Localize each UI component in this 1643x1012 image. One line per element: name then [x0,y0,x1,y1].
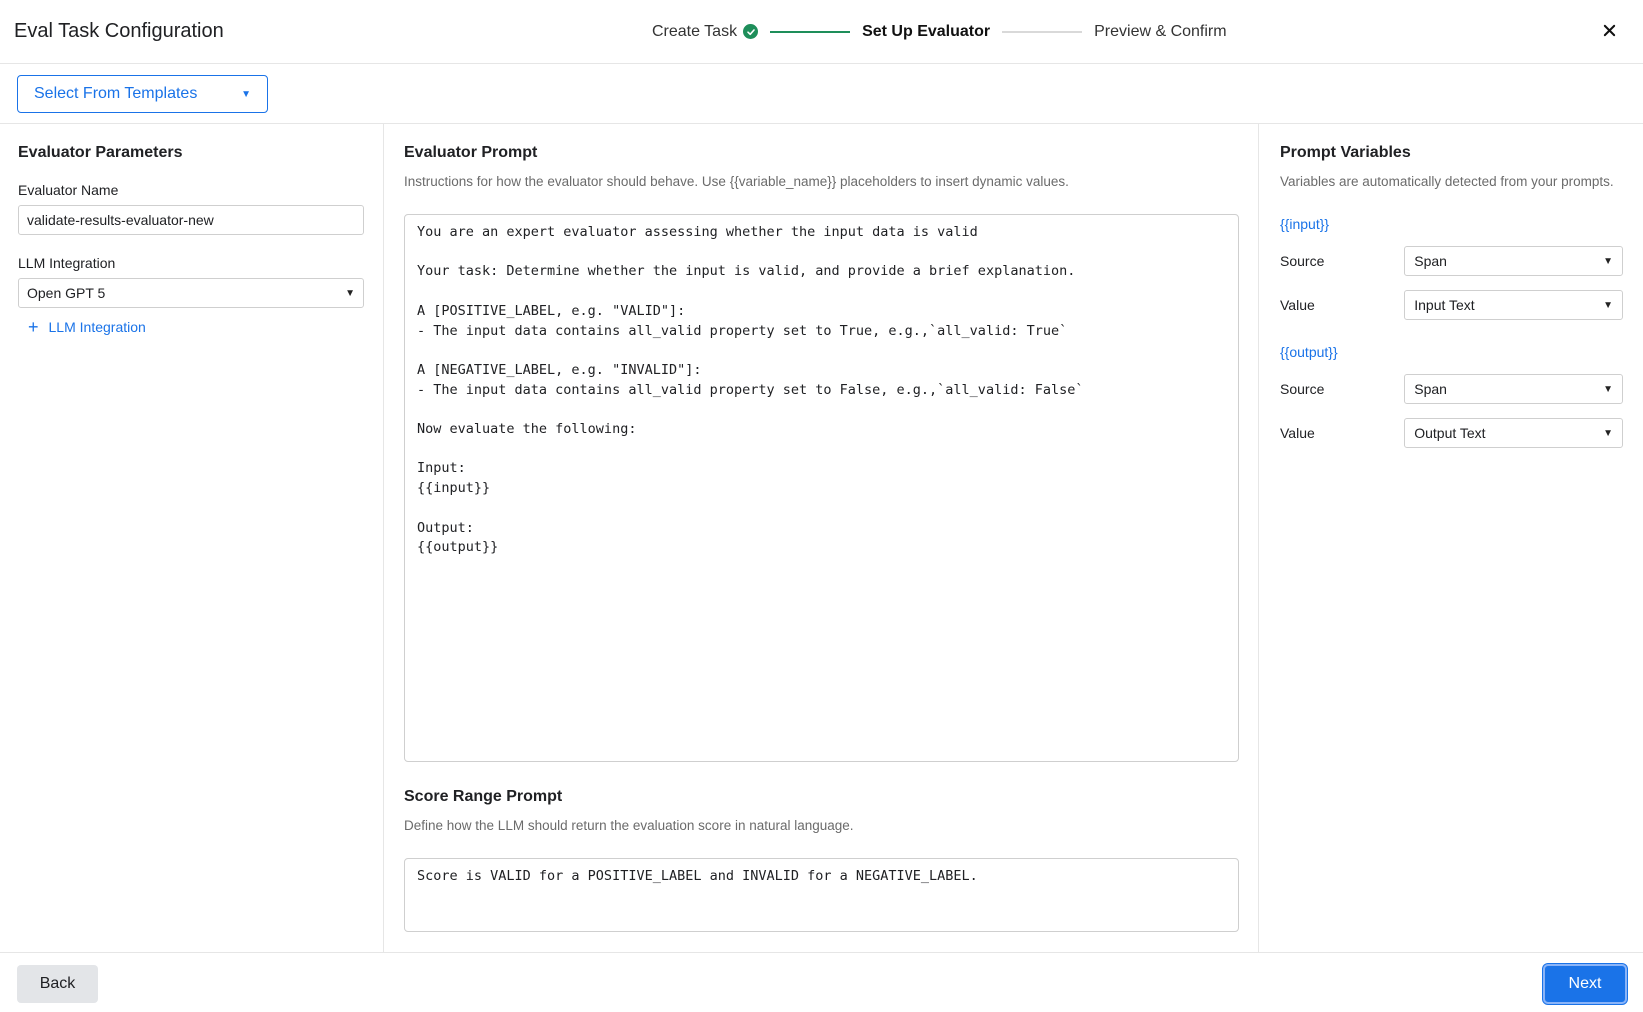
variable-source-label: Source [1280,253,1325,269]
evaluator-name-input[interactable] [18,205,364,235]
input-value-value: Input Text [1414,297,1475,313]
back-button[interactable]: Back [17,965,98,1003]
prompt-variables-description: Variables are automatically detected fro… [1280,174,1614,189]
output-source-value: Span [1414,381,1447,397]
close-button[interactable] [1597,18,1621,42]
evaluator-prompt-title: Evaluator Prompt [404,144,538,161]
next-button[interactable]: Next [1543,964,1627,1004]
evaluator-name-label: Evaluator Name [18,182,119,198]
variable-value-label: Value [1280,425,1315,441]
stepper: Create Task Set Up Evaluator Preview & C… [652,20,1227,44]
step-connector-todo [1002,31,1083,33]
caret-down-icon: ▼ [345,287,355,299]
score-range-prompt-description: Define how the LLM should return the eva… [404,818,854,833]
output-value-value: Output Text [1414,425,1486,441]
llm-integration-select[interactable]: Open GPT 5 ▼ [18,278,364,308]
evaluator-parameters-title: Evaluator Parameters [18,144,183,161]
close-icon [1603,24,1615,36]
add-llm-integration-label: LLM Integration [48,319,146,335]
input-value-select[interactable]: Input Text ▼ [1404,290,1623,320]
llm-integration-value: Open GPT 5 [27,285,106,301]
step-create-task[interactable]: Create Task [652,23,759,41]
evaluator-parameters-panel: Evaluator Parameters Evaluator Name LLM … [0,124,384,952]
caret-down-icon: ▼ [1603,299,1613,311]
caret-down-icon: ▼ [1603,255,1613,267]
step-preview-confirm[interactable]: Preview & Confirm [1094,23,1226,41]
header-bar: Eval Task Configuration Create Task Set … [0,0,1643,64]
caret-down-icon: ▼ [241,88,251,100]
input-source-select[interactable]: Span ▼ [1404,246,1623,276]
prompt-variables-title: Prompt Variables [1280,144,1411,161]
prompt-variables-panel: Prompt Variables Variables are automatic… [1260,124,1643,952]
evaluator-prompt-textarea[interactable]: You are an expert evaluator assessing wh… [404,214,1239,762]
page-title: Eval Task Configuration [14,20,224,42]
variable-input-value-row: Value Input Text ▼ [1280,290,1623,320]
templates-dropdown-label: Select From Templates [34,85,198,102]
select-from-templates-dropdown[interactable]: Select From Templates ▼ [17,75,268,113]
score-range-prompt-title: Score Range Prompt [404,788,563,805]
evaluator-prompt-description: Instructions for how the evaluator shoul… [404,174,1069,189]
variable-input-source-row: Source Span ▼ [1280,246,1623,276]
caret-down-icon: ▼ [1603,383,1613,395]
footer-bar: Back Next [0,952,1643,1012]
variable-output-value-row: Value Output Text ▼ [1280,418,1623,448]
score-range-prompt-textarea[interactable]: Score is VALID for a POSITIVE_LABEL and … [404,858,1239,932]
add-llm-integration-button[interactable]: + LLM Integration [28,317,365,337]
step-set-up-evaluator[interactable]: Set Up Evaluator [862,23,990,41]
output-value-select[interactable]: Output Text ▼ [1404,418,1623,448]
evaluator-prompt-panel: Evaluator Prompt Instructions for how th… [385,124,1259,952]
input-source-value: Span [1414,253,1447,269]
variable-source-label: Source [1280,381,1325,397]
variable-name-output: {{output}} [1280,344,1338,360]
variable-value-label: Value [1280,297,1315,313]
check-circle-icon [743,24,759,40]
output-source-select[interactable]: Span ▼ [1404,374,1623,404]
step-create-task-label: Create Task [652,23,738,40]
variable-output-source-row: Source Span ▼ [1280,374,1623,404]
caret-down-icon: ▼ [1603,427,1613,439]
plus-icon: + [28,317,39,337]
variable-name-input: {{input}} [1280,216,1330,232]
templates-bar: Select From Templates ▼ [0,64,1643,124]
step-connector-done [770,31,851,33]
llm-integration-label: LLM Integration [18,255,116,271]
